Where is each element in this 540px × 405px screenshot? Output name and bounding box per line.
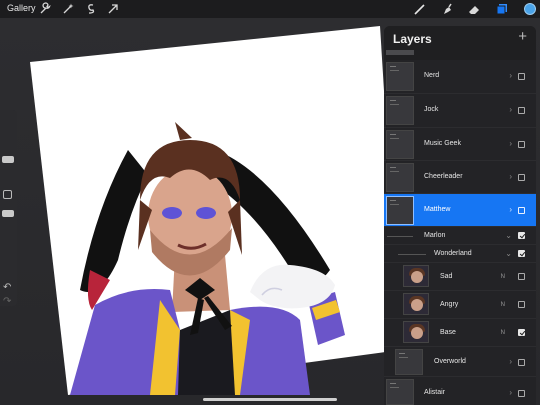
color-swatch[interactable] bbox=[524, 3, 536, 15]
layer-name: Overworld bbox=[434, 358, 466, 365]
visibility-checkbox[interactable] bbox=[518, 232, 525, 239]
layer-thumbnail bbox=[386, 130, 414, 159]
layers-panel: Layers + Nerd › Jock › Music Geek › Chee… bbox=[384, 26, 536, 405]
layer-row-music-geek[interactable]: Music Geek › bbox=[384, 128, 536, 161]
brush-icon[interactable] bbox=[413, 2, 427, 16]
layer-row-alistair[interactable]: Alistair › bbox=[384, 377, 536, 405]
layer-row-overworld[interactable]: Overworld › bbox=[384, 347, 536, 377]
layer-name: Jock bbox=[424, 106, 439, 113]
layer-row-base[interactable]: Base N bbox=[384, 319, 536, 347]
layer-name: Sad bbox=[440, 273, 453, 280]
layer-name: Alistair bbox=[424, 389, 446, 396]
layer-thumbnail bbox=[403, 265, 429, 287]
layer-name: Nerd bbox=[424, 72, 440, 79]
redo-icon[interactable]: ↷ bbox=[3, 296, 11, 307]
layer-row-matthew[interactable]: Matthew › bbox=[384, 194, 536, 227]
add-layer-button[interactable]: + bbox=[518, 28, 527, 45]
visibility-checkbox[interactable] bbox=[518, 390, 525, 397]
layer-thumbnail bbox=[386, 196, 414, 225]
layer-group-wonderland[interactable]: Wonderland ⌄ bbox=[384, 245, 536, 263]
layer-name: Angry bbox=[440, 301, 459, 308]
selection-icon[interactable] bbox=[84, 2, 98, 16]
layer-group-marlon[interactable]: Marlon ⌄ bbox=[384, 227, 536, 245]
layers-icon[interactable] bbox=[495, 2, 509, 16]
visibility-checkbox[interactable] bbox=[518, 301, 525, 308]
layer-thumbnail-partial bbox=[386, 50, 414, 55]
visibility-checkbox[interactable] bbox=[518, 359, 525, 366]
modify-button[interactable] bbox=[3, 190, 12, 199]
layer-name: Base bbox=[440, 329, 456, 336]
brush-size-slider[interactable] bbox=[2, 156, 14, 163]
top-toolbar: Gallery bbox=[0, 0, 540, 18]
chevron-down-icon[interactable]: ⌄ bbox=[505, 249, 512, 258]
layers-panel-title: Layers bbox=[393, 32, 432, 46]
layer-thumbnail bbox=[386, 62, 414, 91]
visibility-checkbox[interactable] bbox=[518, 250, 525, 257]
chevron-right-icon[interactable]: › bbox=[509, 71, 512, 80]
visibility-checkbox[interactable] bbox=[518, 273, 525, 280]
chevron-right-icon[interactable]: › bbox=[509, 172, 512, 181]
chevron-right-icon[interactable]: › bbox=[509, 139, 512, 148]
chevron-right-icon[interactable]: › bbox=[509, 388, 512, 397]
layer-thumbnail bbox=[403, 293, 429, 315]
opacity-slider[interactable] bbox=[2, 210, 14, 217]
layer-thumbnail bbox=[386, 379, 414, 405]
visibility-checkbox[interactable] bbox=[518, 73, 525, 80]
group-name: Wonderland bbox=[434, 250, 472, 257]
home-indicator[interactable] bbox=[203, 398, 337, 401]
visibility-checkbox[interactable] bbox=[518, 174, 525, 181]
layer-name: Music Geek bbox=[424, 140, 461, 147]
layer-row-sad[interactable]: Sad N bbox=[384, 263, 536, 291]
chevron-down-icon[interactable]: ⌄ bbox=[505, 231, 512, 240]
visibility-checkbox[interactable] bbox=[518, 141, 525, 148]
layer-row-angry[interactable]: Angry N bbox=[384, 291, 536, 319]
smudge-icon[interactable] bbox=[440, 2, 454, 16]
layer-name: Cheerleader bbox=[424, 173, 463, 180]
blend-mode-label[interactable]: N bbox=[501, 274, 505, 280]
wrench-icon[interactable] bbox=[38, 2, 52, 16]
transform-arrow-icon[interactable] bbox=[106, 2, 120, 16]
undo-icon[interactable]: ↶ bbox=[3, 282, 11, 293]
chevron-right-icon[interactable]: › bbox=[509, 205, 512, 214]
blend-mode-label[interactable]: N bbox=[501, 330, 505, 336]
chevron-right-icon[interactable]: › bbox=[509, 357, 512, 366]
layer-name: Matthew bbox=[424, 206, 451, 213]
magic-wand-icon[interactable] bbox=[61, 2, 75, 16]
layer-thumbnail bbox=[386, 163, 414, 192]
gallery-button[interactable]: Gallery bbox=[7, 3, 36, 13]
layer-thumbnail bbox=[403, 321, 429, 343]
layer-row-jock[interactable]: Jock › bbox=[384, 94, 536, 128]
visibility-checkbox[interactable] bbox=[518, 329, 525, 336]
group-name: Marlon bbox=[424, 232, 446, 239]
layer-thumbnail bbox=[386, 96, 414, 125]
blend-mode-label[interactable]: N bbox=[501, 302, 505, 308]
visibility-checkbox[interactable] bbox=[518, 207, 525, 214]
layer-row-cheerleader[interactable]: Cheerleader › bbox=[384, 161, 536, 194]
left-sidebar: ↶ ↷ bbox=[0, 110, 17, 307]
chevron-right-icon[interactable]: › bbox=[509, 105, 512, 114]
layer-thumbnail bbox=[395, 349, 423, 375]
layer-row-nerd[interactable]: Nerd › bbox=[384, 60, 536, 94]
eraser-icon[interactable] bbox=[467, 2, 481, 16]
visibility-checkbox[interactable] bbox=[518, 107, 525, 114]
